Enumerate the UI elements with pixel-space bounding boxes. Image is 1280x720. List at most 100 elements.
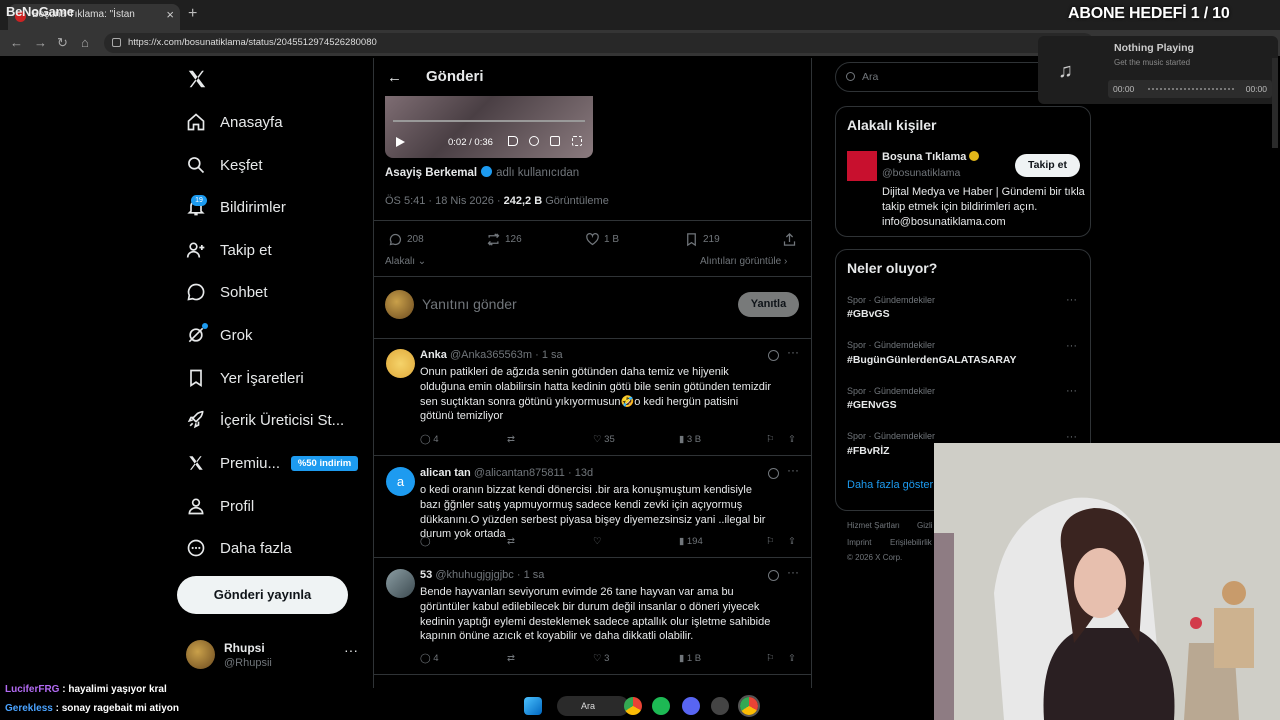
chrome-active-icon[interactable]: [738, 695, 760, 717]
grok-icon[interactable]: [768, 350, 779, 361]
reply-tweet[interactable]: 53 @khuhugjgjgjbc · 1 sa ··· Bende hayva…: [374, 559, 811, 675]
reply-tweet[interactable]: a alican tan @alicantan875811 · 13d ··· …: [374, 457, 811, 558]
reply-icon[interactable]: ◯: [420, 536, 431, 547]
grok-icon[interactable]: [768, 468, 779, 479]
tweet-author-name[interactable]: alican tan: [420, 467, 471, 479]
grok-icon[interactable]: [768, 570, 779, 581]
reply-stat[interactable]: 208: [388, 232, 424, 247]
search-input[interactable]: Ara: [835, 62, 1055, 92]
nav-item-creator-studio[interactable]: İçerik Üreticisi St...: [186, 405, 366, 435]
nav-item-more[interactable]: Daha fazla: [186, 533, 366, 563]
more-dots-icon[interactable]: ···: [787, 463, 799, 477]
video-player[interactable]: 0:02 / 0:36: [385, 96, 593, 158]
new-tab-button[interactable]: +: [188, 5, 197, 23]
view-quotes-link[interactable]: Alıntıları görüntüle ›: [700, 256, 787, 267]
fullscreen-icon[interactable]: [572, 136, 582, 146]
tweet-age[interactable]: 1 sa: [524, 569, 545, 581]
back-arrow-icon[interactable]: ←: [387, 69, 402, 86]
follow-button[interactable]: Takip et: [1015, 154, 1080, 177]
tweet-author-name[interactable]: 53: [420, 569, 432, 581]
repost-icon[interactable]: ⇄: [507, 653, 515, 664]
more-dots-icon[interactable]: ···: [1066, 385, 1077, 397]
footer-link-accessibility[interactable]: Erişilebilirlik: [890, 538, 932, 547]
windows-start-icon[interactable]: [524, 697, 542, 715]
like-stat[interactable]: 1 B: [585, 232, 619, 247]
post-time[interactable]: ÖS 5:41 · 18 Nis 2026 ·: [385, 195, 501, 207]
scrollbar[interactable]: [1272, 58, 1278, 148]
share-icon[interactable]: ⇪: [788, 536, 796, 547]
tweet-age[interactable]: 13d: [575, 467, 593, 479]
nav-item-bookmarks[interactable]: Yer İşaretleri: [186, 363, 366, 393]
nav-item-notifications[interactable]: Bildirimler: [186, 192, 366, 222]
reply-action[interactable]: ◯ 4: [420, 653, 439, 664]
tweet-author-handle[interactable]: @Anka365563m: [450, 349, 532, 361]
views-action[interactable]: ▮ 1 B: [679, 653, 701, 664]
avatar[interactable]: [847, 151, 877, 181]
share-icon[interactable]: [782, 232, 797, 247]
views-action[interactable]: ▮ 194: [679, 536, 703, 547]
post-button[interactable]: Gönderi yayınla: [177, 576, 348, 614]
nav-item-profile[interactable]: Profil: [186, 491, 366, 521]
repost-icon[interactable]: ⇄: [507, 536, 515, 547]
like-action[interactable]: ♡ 3: [593, 653, 609, 664]
account-switcher[interactable]: Rhupsi @Rhupsii ···: [186, 640, 366, 672]
tweet-age[interactable]: 1 sa: [542, 349, 563, 361]
views-action[interactable]: ▮ 3 B: [679, 434, 701, 445]
show-more-link[interactable]: Daha fazla göster: [847, 479, 933, 491]
bookmark-icon[interactable]: ⚐: [766, 536, 775, 547]
person-handle[interactable]: @bosunatiklama: [882, 167, 960, 179]
share-icon[interactable]: ⇪: [788, 434, 796, 445]
like-action[interactable]: ♡ 35: [593, 434, 615, 445]
reply-input[interactable]: Yanıtını gönder: [422, 296, 517, 312]
settings-icon[interactable]: [529, 136, 539, 146]
footer-link-imprint[interactable]: Imprint: [847, 538, 871, 547]
reply-button[interactable]: Yanıtla: [738, 292, 799, 317]
repost-stat[interactable]: 126: [486, 232, 522, 247]
reply-tweet[interactable]: Anka @Anka365563m · 1 sa ··· Onun patikl…: [374, 339, 811, 456]
more-dots-icon[interactable]: ···: [787, 345, 799, 359]
more-dots-icon[interactable]: ···: [1066, 294, 1077, 306]
bookmark-stat[interactable]: 219: [684, 232, 720, 247]
nav-item-chat[interactable]: Sohbet: [186, 277, 366, 307]
reload-icon[interactable]: ↻: [57, 35, 68, 51]
address-bar[interactable]: https://x.com/bosunatiklama/status/20455…: [104, 33, 1094, 53]
close-tab-icon[interactable]: ×: [166, 7, 174, 22]
premium-discount-badge[interactable]: %50 indirim: [291, 456, 358, 471]
play-icon[interactable]: [396, 137, 405, 147]
more-dots-icon[interactable]: ···: [1066, 431, 1077, 443]
person-name[interactable]: Boşuna Tıklama: [882, 151, 980, 163]
tweet-author-name[interactable]: Anka: [420, 349, 447, 361]
tweet-author-handle[interactable]: @alicantan875811: [474, 467, 565, 479]
heart-icon[interactable]: ♡: [593, 536, 602, 547]
x-logo-icon[interactable]: [186, 68, 208, 90]
sort-relevant-dropdown[interactable]: Alakalı ⌄: [385, 256, 426, 267]
bookmark-icon[interactable]: ⚐: [766, 434, 775, 445]
back-nav-icon[interactable]: ←: [10, 35, 23, 50]
nav-item-home[interactable]: Anasayfa: [186, 107, 366, 137]
discord-icon[interactable]: [682, 697, 700, 715]
share-icon[interactable]: ⇪: [788, 653, 796, 664]
nav-item-grok[interactable]: Grok: [186, 320, 366, 350]
volume-icon[interactable]: [508, 136, 518, 146]
author-name[interactable]: Asayiş Berkemal: [385, 167, 477, 179]
footer-link-terms[interactable]: Hizmet Şartları: [847, 521, 900, 530]
settings-gear-icon[interactable]: [711, 697, 729, 715]
more-dots-icon[interactable]: ···: [787, 565, 799, 579]
picture-in-picture-icon[interactable]: [550, 136, 560, 146]
chrome-icon[interactable]: [624, 697, 642, 715]
more-dots-icon[interactable]: ···: [344, 642, 358, 658]
tweet-author-handle[interactable]: @khuhugjgjgjbc: [435, 569, 513, 581]
forward-nav-icon[interactable]: →: [34, 35, 47, 50]
nav-item-follow[interactable]: Takip et: [186, 235, 366, 265]
post-author[interactable]: Asayiş Berkemal adlı kullanıcıdan: [385, 166, 579, 179]
reply-action[interactable]: ◯ 4: [420, 434, 439, 445]
more-dots-icon[interactable]: ···: [1066, 340, 1077, 352]
home-browser-icon[interactable]: ⌂: [81, 35, 89, 50]
video-progress-bar[interactable]: [393, 120, 585, 122]
site-info-icon[interactable]: [112, 38, 121, 47]
footer-link-privacy[interactable]: Gizli: [917, 521, 933, 530]
taskbar-search[interactable]: Ara: [557, 696, 629, 716]
bookmark-icon[interactable]: ⚐: [766, 653, 775, 664]
repost-icon[interactable]: ⇄: [507, 434, 515, 445]
nav-item-explore[interactable]: Keşfet: [186, 150, 366, 180]
